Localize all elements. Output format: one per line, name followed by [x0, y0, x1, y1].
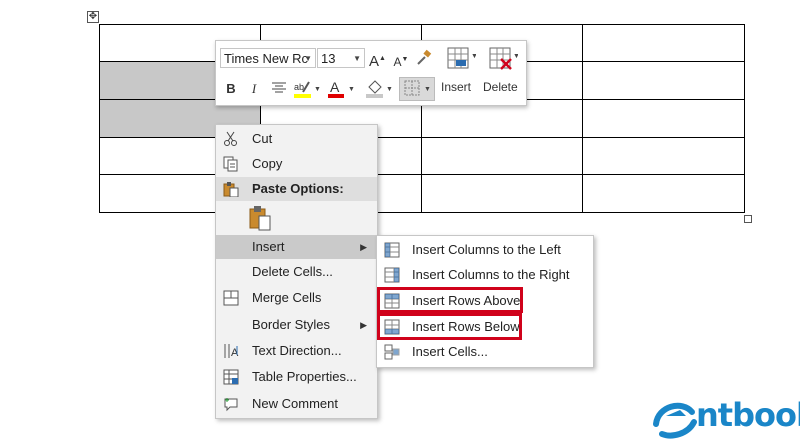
menu-item-label: Table Properties... [252, 369, 357, 384]
submenu-item-label: Insert Cells... [412, 344, 488, 359]
table-cell[interactable] [582, 24, 745, 62]
ntbook-logo-mark [653, 402, 697, 439]
insert-label: Insert [441, 80, 472, 94]
paste-options-header: Paste Options: [216, 177, 377, 201]
table-cell[interactable] [421, 174, 583, 213]
svg-text:A: A [231, 347, 239, 359]
table-cell[interactable] [582, 137, 745, 175]
menu-item-label: Merge Cells [252, 290, 322, 305]
menu-item-table-properties[interactable]: Table Properties... [216, 365, 377, 389]
font-name-value: Times New Rc [224, 51, 309, 66]
chevron-down-icon: ▼ [304, 54, 312, 63]
font-name-combo[interactable]: Times New Rc ▼ [220, 48, 316, 68]
shrink-font-button[interactable]: A▼ [393, 50, 409, 72]
font-color-icon[interactable]: A ▼ [326, 79, 356, 105]
table-cell[interactable] [421, 137, 583, 175]
submenu-item-label: Insert Columns to the Right [412, 267, 570, 282]
submenu-item-insert-columns-right[interactable]: Insert Columns to the Right [377, 263, 593, 287]
table-properties-icon [223, 369, 239, 385]
chevron-right-icon: ▶ [360, 242, 367, 252]
chevron-down-icon: ▼ [353, 54, 361, 63]
table-cell[interactable] [582, 99, 745, 138]
svg-text:▼: ▼ [348, 86, 355, 93]
svg-text:▼: ▼ [471, 53, 476, 60]
submenu-item-label: Insert Columns to the Left [412, 242, 561, 257]
svg-text:▼: ▼ [314, 86, 321, 93]
submenu-item-insert-columns-left[interactable]: Insert Columns to the Left [377, 238, 593, 262]
table-cell[interactable] [582, 61, 745, 100]
table-move-handle[interactable]: ✥ [87, 11, 99, 23]
table-cell[interactable] [582, 174, 745, 213]
svg-text:A: A [330, 79, 340, 95]
menu-item-label: Border Styles [252, 317, 331, 332]
center-align-icon[interactable] [270, 80, 288, 100]
menu-item-border-styles[interactable]: Border Styles ▶ [216, 313, 377, 337]
insert-column-left-icon [384, 242, 400, 258]
insert-cells-icon [384, 344, 400, 360]
grow-font-button[interactable]: A▲ [369, 49, 386, 72]
highlight-insert-rows-above [377, 287, 523, 313]
highlight-color-icon[interactable]: ab ▼ [292, 79, 322, 105]
table-resize-handle[interactable] [744, 215, 752, 223]
merge-cells-icon [223, 290, 239, 306]
menu-item-label: New Comment [252, 396, 338, 411]
mini-toolbar: Times New Rc ▼ 13 ▼ A▲ A▼ ▼ Insert ▼ Del… [215, 40, 527, 106]
font-size-value: 13 [321, 51, 336, 66]
menu-item-insert[interactable]: Insert ▶ [216, 235, 377, 259]
context-menu: Cut Copy Paste Options: Insert ▶ Delete … [215, 124, 378, 419]
shading-icon[interactable]: ▼ [364, 79, 394, 105]
format-painter-icon[interactable] [414, 49, 434, 73]
highlight-insert-rows-below [377, 313, 522, 340]
menu-item-label: Paste Options: [252, 181, 344, 196]
delete-table-button[interactable]: ▼ [485, 46, 521, 74]
menu-item-label: Text Direction... [252, 343, 342, 358]
scissors-icon [223, 131, 239, 147]
menu-item-label: Insert [252, 239, 285, 254]
new-comment-icon [223, 396, 239, 412]
svg-text:▼: ▼ [513, 53, 518, 60]
delete-label: Delete [483, 80, 518, 94]
insert-table-button[interactable]: ▼ [443, 46, 479, 74]
text-direction-icon: A [223, 343, 239, 359]
menu-item-copy[interactable]: Copy [216, 152, 377, 176]
svg-text:ab: ab [294, 82, 304, 92]
menu-item-label: Cut [252, 131, 273, 146]
menu-item-merge-cells[interactable]: Merge Cells [216, 286, 377, 310]
copy-icon [223, 156, 239, 172]
logo-text: ntbook [696, 396, 800, 434]
paste-icon [223, 181, 239, 198]
menu-item-delete-cells[interactable]: Delete Cells... [216, 260, 377, 284]
bold-button[interactable]: B [224, 79, 238, 99]
italic-button[interactable]: I [248, 79, 260, 99]
menu-item-text-direction[interactable]: A Text Direction... [216, 339, 377, 363]
menu-item-label: Copy [252, 156, 283, 171]
menu-item-label: Delete Cells... [252, 264, 333, 279]
svg-text:▼: ▼ [424, 86, 431, 93]
font-size-combo[interactable]: 13 ▼ [317, 48, 365, 68]
chevron-right-icon: ▶ [360, 320, 367, 330]
ntbook-logo: ntbook [652, 394, 800, 440]
submenu-item-insert-cells[interactable]: Insert Cells... [377, 340, 593, 364]
menu-item-new-comment[interactable]: New Comment [216, 392, 377, 416]
menu-item-cut[interactable]: Cut [216, 127, 377, 151]
insert-column-right-icon [384, 267, 400, 283]
borders-button[interactable]: ▼ [399, 77, 435, 101]
svg-text:▼: ▼ [386, 86, 393, 93]
paste-keep-formatting-button[interactable] [248, 205, 274, 231]
